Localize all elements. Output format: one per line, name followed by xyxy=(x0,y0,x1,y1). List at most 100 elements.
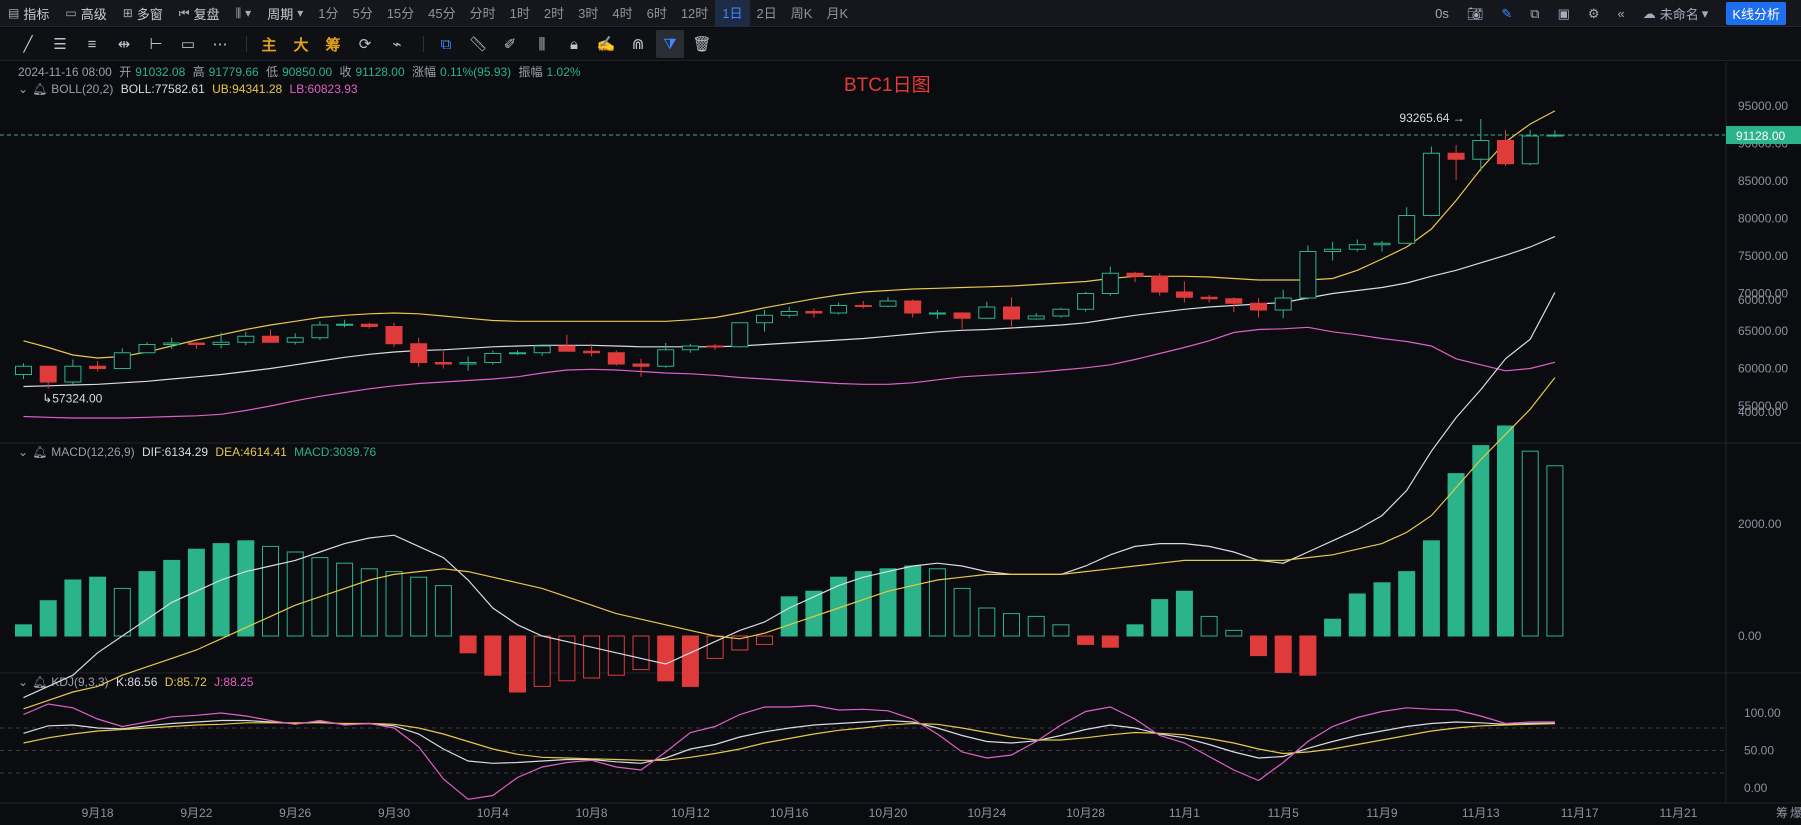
pencil-icon[interactable]: ✐ xyxy=(496,30,524,58)
gear-icon[interactable]: ⚙ xyxy=(1579,0,1609,27)
brush-icon[interactable]: ⌁ xyxy=(383,30,411,58)
macd-bar xyxy=(1027,615,1045,637)
timeframe-5[interactable]: 1时 xyxy=(503,0,537,27)
layout-dropdown[interactable]: ☁ 未命名 ▾ xyxy=(1634,0,1718,27)
macd-name: MACD(12,26,9) xyxy=(51,445,135,459)
trading-app: ▤ 指标 ▭ 高级 ⊞ 多窗 ⏮ 复盘 ⫼ ▾ 周期 ▾ 1分 5分 15分 45分 分时 1时 2时 3… xyxy=(0,0,1801,825)
boll-legend[interactable]: ⌄ 🔔︎ BOLL(20,2) BOLL:77582.61 UB:94341.28 … xyxy=(18,82,362,96)
current-price-label: 91128.00 xyxy=(1736,129,1785,143)
candle-body xyxy=(583,350,601,354)
more-icon[interactable]: ⋯ xyxy=(206,30,234,58)
timeframe-12[interactable]: 2日 xyxy=(750,0,784,27)
time-tick: 10月16 xyxy=(770,806,809,820)
candle-tool-icon[interactable]: ⫼ xyxy=(528,30,556,58)
macd-bar xyxy=(113,587,131,637)
time-tick: 9月30 xyxy=(378,806,410,820)
candle-body xyxy=(1101,272,1119,294)
timeframe-6[interactable]: 2时 xyxy=(537,0,571,27)
candle-body xyxy=(459,362,477,365)
advanced-button[interactable]: ▭ 高级 xyxy=(57,0,114,27)
large-order-button[interactable]: 大 xyxy=(287,30,315,58)
time-tick: 10月12 xyxy=(671,806,710,820)
candle-body xyxy=(953,312,971,319)
advanced-label: 高级 xyxy=(80,6,107,22)
timeframe-1[interactable]: 5分 xyxy=(345,0,379,27)
copy-icon[interactable]: ⧉ xyxy=(432,30,460,58)
timeframe-8[interactable]: 4时 xyxy=(605,0,639,27)
kline-analysis-button[interactable]: K线分析 xyxy=(1726,2,1786,25)
replay-button[interactable]: ⏮ 复盘 xyxy=(171,0,228,27)
macd-bar xyxy=(484,635,502,676)
indicators-button[interactable]: ▤ 指标 xyxy=(0,0,57,27)
lock-icon[interactable]: 🔒︎ xyxy=(560,30,588,58)
chip-button[interactable]: 筹 xyxy=(319,30,347,58)
kdj-k-value: K:86.56 xyxy=(116,675,158,689)
bell-icon[interactable]: 🔔︎ xyxy=(32,82,47,96)
multiwindow-button[interactable]: ⊞ 多窗 xyxy=(115,0,171,27)
timeframe-3[interactable]: 45分 xyxy=(421,0,462,27)
filter-icon[interactable]: ⧩ xyxy=(656,30,684,58)
chart-type-button[interactable]: ⫼ ▾ xyxy=(228,0,260,27)
horizontal-lines-icon[interactable]: ☰ xyxy=(46,30,74,58)
pen-icon[interactable]: ✎ xyxy=(1492,0,1521,27)
edit-icon[interactable]: ⧉ xyxy=(1521,0,1548,27)
template-icon[interactable]: ▣ xyxy=(1549,0,1579,27)
timeframe-10[interactable]: 12时 xyxy=(674,0,715,27)
trend-line-icon[interactable]: ╱ xyxy=(14,30,42,58)
macd-bar xyxy=(1422,540,1440,637)
timeframe-13[interactable]: 周K xyxy=(784,0,820,27)
kdj-d-value: D:85.72 xyxy=(164,675,207,689)
candle-body xyxy=(39,365,57,383)
timeframe-7[interactable]: 3时 xyxy=(571,0,605,27)
macd-bar xyxy=(1472,445,1490,637)
time-tick: 10月28 xyxy=(1066,806,1105,820)
low-label: 低 xyxy=(266,65,279,79)
sync-icon[interactable]: ⟳ xyxy=(351,30,379,58)
macd-bar xyxy=(1398,571,1416,637)
candle-body xyxy=(928,312,946,315)
amplitude-label: 振幅 xyxy=(518,65,543,79)
timeframe-4[interactable]: 分时 xyxy=(463,0,503,27)
bell-icon[interactable]: 🔔︎ xyxy=(32,445,47,459)
multiwindow-label: 多窗 xyxy=(136,6,163,22)
macd-legend[interactable]: ⌄ 🔔︎ MACD(12,26,9) DIF:6134.29 DEA:4614.41… xyxy=(18,445,380,459)
candle-body xyxy=(336,323,354,326)
magnet-icon[interactable]: ⋒ xyxy=(624,30,652,58)
ray-line-icon[interactable]: ⇹ xyxy=(110,30,138,58)
candle-body xyxy=(89,365,107,369)
time-tick: 11月9 xyxy=(1366,806,1397,820)
macd-bar xyxy=(978,607,996,637)
candle-body xyxy=(830,305,848,314)
ruler-icon[interactable]: 📏︎ xyxy=(464,30,492,58)
rectangle-icon[interactable]: ▭ xyxy=(174,30,202,58)
current-price-tag xyxy=(1726,126,1801,145)
kdj-tick: 0.00 xyxy=(1744,781,1768,795)
kdj-legend[interactable]: ⌄ 🔔︎ KDJ(9,3,3) K:86.56 D:85.72 J:88.25 xyxy=(18,675,257,689)
price-tick: 70000.00 xyxy=(1738,287,1788,301)
camera-icon[interactable]: 📷︎ xyxy=(1458,0,1493,27)
macd-bar xyxy=(1447,473,1465,637)
collapse-icon[interactable]: « xyxy=(1609,0,1634,27)
timeframe-9[interactable]: 6时 xyxy=(640,0,674,27)
candle-body xyxy=(1200,296,1218,300)
kdj-k-line xyxy=(23,719,1555,764)
horizontal-segment-icon[interactable]: ⊢ xyxy=(142,30,170,58)
macd-bar xyxy=(212,543,230,637)
timeframe-14[interactable]: 月K xyxy=(819,0,855,27)
note-icon[interactable]: ✍ xyxy=(592,30,620,58)
timeframe-2[interactable]: 15分 xyxy=(380,0,421,27)
collapse-icon[interactable]: ⌄ xyxy=(18,445,28,459)
trash-icon[interactable]: 🗑︎ xyxy=(688,30,716,58)
candle-body xyxy=(904,300,922,314)
timeframe-0[interactable]: 1分 xyxy=(311,0,345,27)
parallel-channel-icon[interactable]: ≡ xyxy=(78,30,106,58)
collapse-icon[interactable]: ⌄ xyxy=(18,82,28,96)
macd-bar xyxy=(286,551,304,637)
collapse-icon[interactable]: ⌄ xyxy=(18,675,28,689)
close-label: 收 xyxy=(339,65,352,79)
bell-icon[interactable]: 🔔︎ xyxy=(32,675,47,689)
main-force-button[interactable]: 主 xyxy=(255,30,283,58)
price-tick: 85000.00 xyxy=(1738,174,1788,188)
timeframe-11[interactable]: 1日 xyxy=(715,0,750,27)
period-dropdown[interactable]: 周期 ▾ xyxy=(259,0,311,27)
